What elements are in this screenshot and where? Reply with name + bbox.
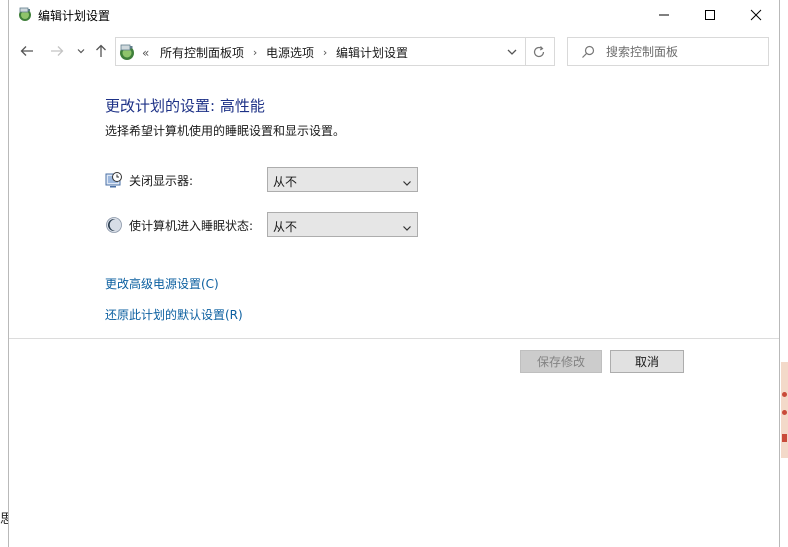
arrow-left-icon (20, 46, 33, 56)
search-box[interactable] (567, 37, 769, 66)
page-description: 选择希望计算机使用的睡眠设置和显示设置。 (105, 124, 346, 138)
advanced-power-settings-link[interactable]: 更改高级电源设置(C) (105, 275, 219, 292)
select-value: 从不 (273, 175, 298, 189)
breadcrumb: « 所有控制面板项 › 电源选项 › 编辑计划设置 (142, 44, 408, 61)
page-title: 更改计划的设置: 高性能 (105, 97, 265, 115)
breadcrumb-overflow[interactable]: « (142, 46, 160, 60)
restore-defaults-link[interactable]: 还原此计划的默认设置(R) (105, 306, 243, 323)
breadcrumb-item-all-control-panel[interactable]: 所有控制面板项 (160, 44, 244, 61)
background-text-fragment: 思 (0, 512, 8, 527)
section-divider (9, 338, 779, 339)
background-right-strip (781, 0, 788, 547)
chevron-down-icon (401, 219, 413, 231)
turn-off-display-label: 关闭显示器: (129, 174, 194, 188)
breadcrumb-item-edit-plan[interactable]: 编辑计划设置 (336, 44, 408, 61)
control-panel-window: 编辑计划设置 « 所有控制面板项 › 电源选项 › 编辑计划设置 搜索控制面板 … (8, 0, 780, 547)
sleep-label: 使计算机进入睡眠状态: (129, 219, 254, 233)
address-divider (525, 38, 526, 65)
save-changes-button[interactable]: 保存修改 (520, 350, 602, 373)
background-window-fragment (781, 362, 788, 458)
search-input[interactable] (606, 43, 761, 61)
arrow-right-icon (51, 46, 64, 56)
window-title: 编辑计划设置 (38, 9, 111, 23)
breadcrumb-separator-icon[interactable]: › (314, 46, 336, 59)
refresh-button[interactable] (530, 43, 548, 61)
background-left-strip: 思 (0, 0, 8, 547)
up-button[interactable] (92, 42, 110, 60)
forward-button[interactable] (48, 42, 66, 60)
turn-off-display-select[interactable]: 从不 (267, 167, 418, 192)
maximize-button[interactable] (687, 0, 733, 30)
breadcrumb-item-power-options[interactable]: 电源选项 (266, 44, 314, 61)
display-icon (105, 171, 123, 189)
cancel-button[interactable]: 取消 (610, 350, 684, 373)
maximize-icon (705, 10, 715, 20)
close-icon (750, 9, 762, 21)
minimize-icon (659, 14, 669, 16)
control-panel-icon (118, 43, 136, 61)
close-button[interactable] (733, 0, 779, 30)
address-dropdown-button[interactable] (504, 44, 520, 60)
power-options-icon (17, 6, 33, 22)
chevron-down-icon (77, 49, 85, 54)
chevron-down-icon (401, 174, 413, 186)
refresh-icon (533, 46, 545, 58)
search-icon (580, 44, 596, 60)
sleep-moon-icon (105, 216, 123, 234)
chevron-down-icon (507, 49, 517, 55)
setting-row-sleep: 使计算机进入睡眠状态: 从不 (105, 212, 435, 238)
breadcrumb-separator-icon[interactable]: › (244, 46, 266, 59)
select-value: 从不 (273, 220, 298, 234)
minimize-button[interactable] (641, 0, 687, 30)
arrow-up-icon (96, 44, 106, 57)
sleep-select[interactable]: 从不 (267, 212, 418, 237)
back-button[interactable] (18, 42, 36, 60)
navigation-bar: « 所有控制面板项 › 电源选项 › 编辑计划设置 (9, 34, 779, 68)
title-bar[interactable]: 编辑计划设置 (9, 0, 779, 30)
recent-locations-button[interactable] (72, 42, 90, 60)
address-bar[interactable]: « 所有控制面板项 › 电源选项 › 编辑计划设置 (115, 37, 555, 66)
setting-row-turn-off-display: 关闭显示器: 从不 (105, 167, 435, 193)
